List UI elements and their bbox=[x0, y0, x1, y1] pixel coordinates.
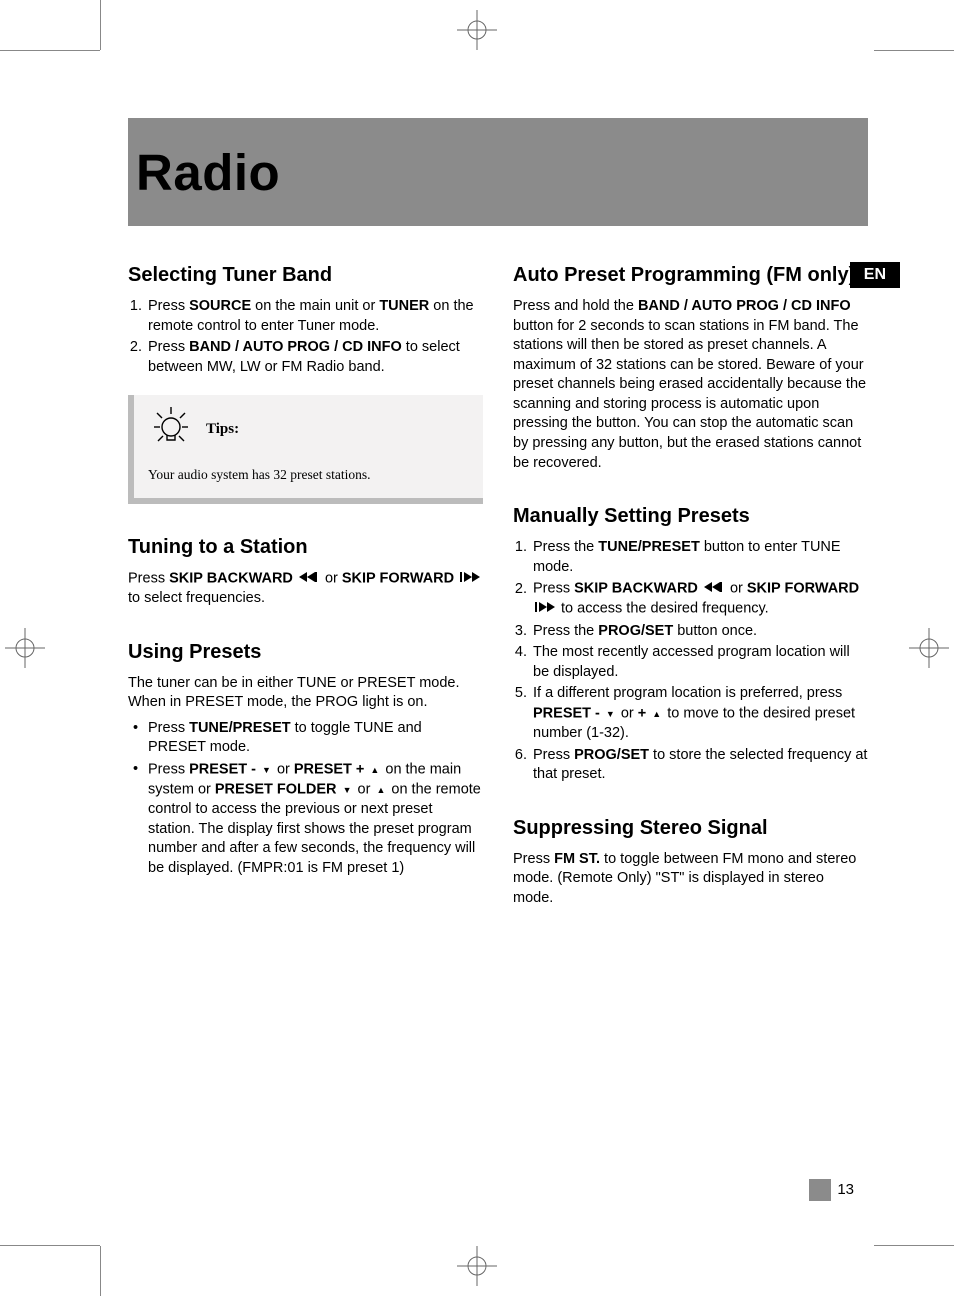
registration-mark-right bbox=[909, 628, 949, 668]
triangle-up-icon bbox=[376, 780, 385, 800]
heading-manual-presets: Manually Setting Presets bbox=[513, 503, 868, 530]
triangle-up-icon bbox=[652, 704, 661, 724]
heading-selecting: Selecting Tuner Band bbox=[128, 262, 483, 289]
section-manual-presets: Manually Setting Presets Press the TUNE/… bbox=[513, 503, 868, 785]
list-item: Press the PROG/SET button once. bbox=[531, 622, 868, 642]
chapter-banner: Radio bbox=[128, 118, 868, 226]
registration-mark-bottom bbox=[457, 1246, 497, 1286]
section-using-presets: Using Presets The tuner can be in either… bbox=[128, 639, 483, 879]
section-auto-preset: Auto Preset Programming (FM only) Press … bbox=[513, 262, 868, 473]
paragraph: Press and hold the BAND / AUTO PROG / CD… bbox=[513, 297, 868, 473]
heading-auto-preset: Auto Preset Programming (FM only) bbox=[513, 262, 868, 289]
skip-backward-icon bbox=[299, 569, 319, 589]
page-content: Radio EN Selecting Tuner Band Press SOUR… bbox=[128, 118, 868, 938]
section-tuning-station: Tuning to a Station Press SKIP BACKWARD … bbox=[128, 534, 483, 609]
page-number: 13 bbox=[809, 1179, 854, 1201]
section-suppressing-stereo: Suppressing Stereo Signal Press FM ST. t… bbox=[513, 815, 868, 909]
skip-forward-icon bbox=[460, 569, 480, 589]
chapter-title: Radio bbox=[136, 143, 280, 202]
list-item: The most recently accessed program locat… bbox=[531, 643, 868, 682]
triangle-up-icon bbox=[370, 760, 379, 780]
list-item: Press the TUNE/PRESET button to enter TU… bbox=[531, 538, 868, 577]
list-item: Press BAND / AUTO PROG / CD INFO to sele… bbox=[146, 338, 483, 377]
page-number-box-icon bbox=[809, 1179, 831, 1201]
triangle-down-icon bbox=[343, 780, 352, 800]
tips-label: Tips: bbox=[206, 419, 239, 439]
list-item: Press SKIP BACKWARD or SKIP FORWARD to a… bbox=[531, 579, 868, 619]
paragraph: The tuner can be in either TUNE or PRESE… bbox=[128, 674, 483, 713]
language-tag: EN bbox=[850, 262, 900, 288]
crop-mark bbox=[874, 1245, 954, 1246]
crop-mark bbox=[100, 0, 101, 50]
list-item: If a different program location is prefe… bbox=[531, 684, 868, 743]
heading-suppressing: Suppressing Stereo Signal bbox=[513, 815, 868, 842]
skip-forward-icon bbox=[535, 599, 555, 619]
left-column: Selecting Tuner Band Press SOURCE on the… bbox=[128, 258, 483, 938]
paragraph: Press SKIP BACKWARD or SKIP FORWARD to s… bbox=[128, 569, 483, 609]
registration-mark-top bbox=[457, 10, 497, 50]
registration-mark-left bbox=[5, 628, 45, 668]
list-item: Press SOURCE on the main unit or TUNER o… bbox=[146, 297, 483, 336]
triangle-down-icon bbox=[262, 760, 271, 780]
skip-backward-icon bbox=[704, 579, 724, 599]
tips-text: Your audio system has 32 preset stations… bbox=[148, 466, 469, 484]
tips-box: Tips: Your audio system has 32 preset st… bbox=[128, 395, 483, 504]
section-selecting-tuner-band: Selecting Tuner Band Press SOURCE on the… bbox=[128, 262, 483, 504]
lightbulb-icon bbox=[148, 403, 194, 456]
right-column: Auto Preset Programming (FM only) Press … bbox=[513, 258, 868, 938]
list-item: Press PROG/SET to store the selected fre… bbox=[531, 746, 868, 785]
list-item: Press TUNE/PRESET to toggle TUNE and PRE… bbox=[133, 719, 483, 758]
heading-using-presets: Using Presets bbox=[128, 639, 483, 666]
heading-tuning: Tuning to a Station bbox=[128, 534, 483, 561]
crop-mark bbox=[0, 1245, 100, 1246]
crop-mark bbox=[874, 50, 954, 51]
crop-mark bbox=[0, 50, 100, 51]
triangle-down-icon bbox=[606, 704, 615, 724]
crop-mark bbox=[100, 1246, 101, 1296]
list-item: Press PRESET - or PRESET + on the main s… bbox=[133, 760, 483, 879]
paragraph: Press FM ST. to toggle between FM mono a… bbox=[513, 850, 868, 909]
